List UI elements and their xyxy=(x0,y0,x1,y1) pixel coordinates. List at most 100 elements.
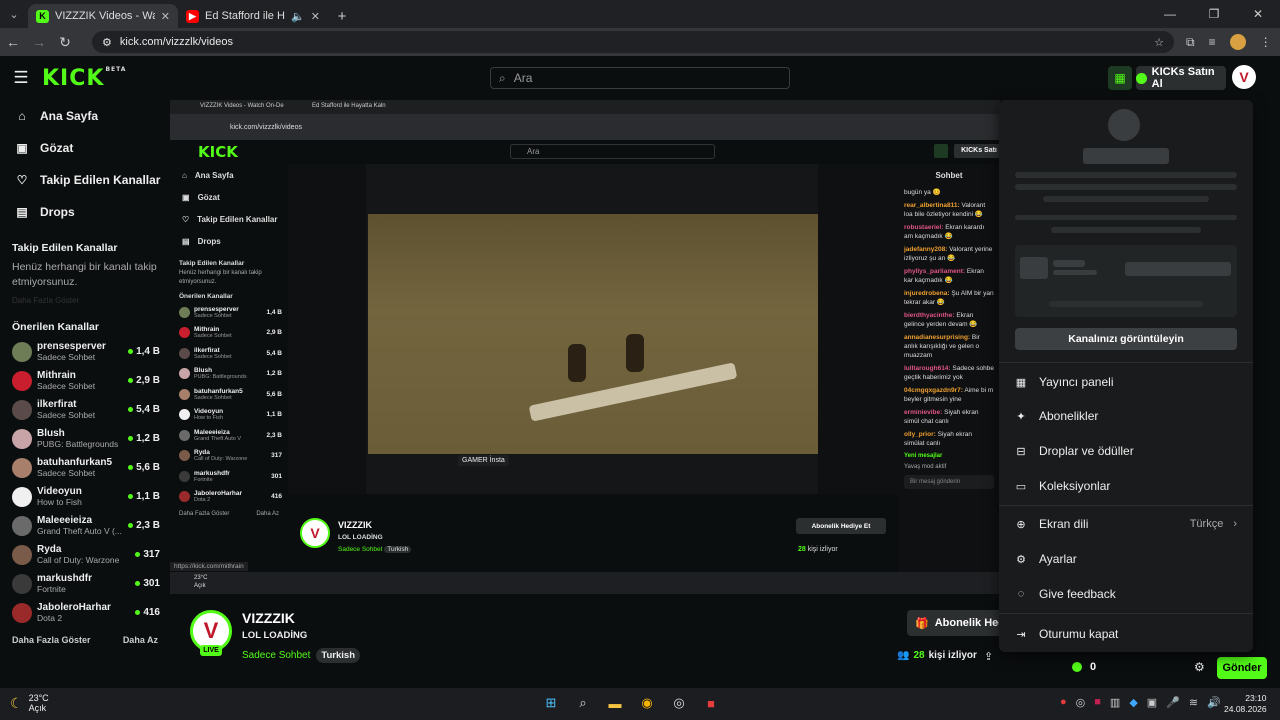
search-icon[interactable]: ⌕ xyxy=(572,692,594,714)
close-window-icon[interactable]: ✕ xyxy=(1236,0,1280,28)
tray-app-icon[interactable]: ▥ xyxy=(1110,696,1120,709)
stream-chat: Sohbet bugün ya 😊 rear_albertina811: Valo… xyxy=(898,164,1000,584)
url-text: kick.com/vizzzlk/videos xyxy=(119,36,233,48)
stream-tooltip: GAMER İnsta xyxy=(458,455,509,466)
nav-browse[interactable]: ▣ Gözat xyxy=(0,132,170,164)
microphone-icon[interactable]: 🎤 xyxy=(1166,696,1180,709)
menu-item-subscriptions[interactable]: ✦ Abonelikler xyxy=(999,401,1253,431)
buy-kicks-button[interactable]: KICKs Satın Al xyxy=(1136,66,1226,90)
nav-drops[interactable]: ▤ Drops xyxy=(0,196,170,228)
close-tab-icon[interactable]: ✕ xyxy=(161,10,170,23)
channel-category: Sadece Sohbet xyxy=(37,352,96,362)
audio-icon[interactable]: 🔈 xyxy=(291,10,305,23)
kick-logo[interactable]: KICKBETA xyxy=(42,66,126,91)
channel-category: Grand Theft Auto V (... xyxy=(37,526,122,536)
tray-network-icon[interactable]: ▣ xyxy=(1147,696,1157,709)
channel-avatar xyxy=(12,515,32,536)
channel-item[interactable]: JaboleroHarhar Dota 2 416 xyxy=(0,598,170,627)
stats-icon[interactable]: ▦ xyxy=(1108,66,1132,90)
skeleton-line xyxy=(1051,227,1201,233)
channel-category: Dota 2 xyxy=(37,613,63,623)
channel-category: Sadece Sohbet xyxy=(37,381,96,391)
extensions-icon[interactable]: ⧉ xyxy=(1186,35,1195,50)
forward-icon[interactable]: → xyxy=(26,29,52,55)
gift-subscription-button[interactable]: 🎁Abonelik Hediye Et xyxy=(907,610,1000,636)
media-controls-icon[interactable]: ≡ xyxy=(1209,35,1216,49)
close-tab-icon[interactable]: ✕ xyxy=(311,10,320,23)
user-avatar[interactable]: V xyxy=(1232,65,1256,89)
streamer-name[interactable]: VIZZZIK xyxy=(242,610,295,626)
profile-avatar[interactable] xyxy=(1229,34,1246,50)
show-less-link[interactable]: Daha Az xyxy=(123,635,158,645)
channel-item[interactable]: ilkerfirat Sadece Sohbet 5,4 B xyxy=(0,395,170,424)
tray-security-icon[interactable]: ◆ xyxy=(1129,696,1137,709)
profile-skeleton-avatar xyxy=(1108,109,1140,141)
channel-item[interactable]: Videoyun How to Fish 1,1 B xyxy=(0,482,170,511)
send-chat-button[interactable]: Gönder xyxy=(1217,657,1267,679)
app-icon[interactable]: ■ xyxy=(700,692,722,714)
new-tab-button[interactable]: + xyxy=(328,4,356,28)
nav-home[interactable]: ⌂ Ana Sayfa xyxy=(0,100,170,132)
taskbar-clock[interactable]: 23:10 24.08.2026 xyxy=(1224,693,1267,715)
browser-menu-icon[interactable]: ⋮ xyxy=(1260,35,1272,49)
share-icon[interactable]: ⇪ xyxy=(984,650,993,663)
menu-item-settings[interactable]: ⚙ Ayarlar xyxy=(999,544,1253,574)
channel-item[interactable]: prensesperver Sadece Sohbet 1,4 B xyxy=(0,337,170,366)
steam-icon[interactable]: ◎ xyxy=(668,692,690,714)
points-icon xyxy=(1072,662,1082,672)
browser-tab-youtube[interactable]: ▶ Ed Stafford ile Hayatta Kaln 🔈 ✕ xyxy=(178,4,328,28)
tray-app-icon[interactable]: ■ xyxy=(1094,696,1101,709)
wifi-icon[interactable]: ≋ xyxy=(1189,696,1198,709)
stream-stats-icon xyxy=(934,144,948,158)
stream-chat-message: jadefanny208: Valorant yerine izliyoruz … xyxy=(904,246,993,262)
browser-tab-active[interactable]: K VIZZZIK Videos - Watch On-De ✕ xyxy=(28,4,178,28)
nested-chat xyxy=(818,164,898,494)
followed-more-link[interactable]: Daha Fazla Göster xyxy=(0,296,170,305)
chat-settings-icon[interactable]: ⚙ xyxy=(1194,660,1205,674)
skeleton-card xyxy=(1015,245,1237,317)
minimize-icon[interactable]: — xyxy=(1148,0,1192,28)
channel-item[interactable]: Maleeeieiza Grand Theft Auto V (... 2,3 B xyxy=(0,511,170,540)
channel-viewers: 317 xyxy=(135,549,160,560)
language-tag[interactable]: Turkish xyxy=(316,648,360,663)
windows-start-icon[interactable]: ⊞ xyxy=(540,692,562,714)
menu-item-collections[interactable]: ▭ Koleksiyonlar xyxy=(999,471,1253,501)
bookmark-star-icon[interactable]: ☆ xyxy=(1154,36,1164,49)
volume-icon[interactable]: 🔊 xyxy=(1207,696,1221,709)
channel-item[interactable]: markushdfr Fortnite 301 xyxy=(0,569,170,598)
restore-icon[interactable]: ❐ xyxy=(1192,0,1236,28)
search-input[interactable]: ⌕ Ara xyxy=(490,67,790,89)
channel-item[interactable]: Mithrain Sadece Sohbet 2,9 B xyxy=(0,366,170,395)
nav-following[interactable]: ♡ Takip Edilen Kanallar xyxy=(0,164,170,196)
menu-item-drops[interactable]: ⊟ Droplar ve ödüller xyxy=(999,436,1253,466)
menu-item-creator-dashboard[interactable]: ▦ Yayıncı paneli xyxy=(999,367,1253,397)
channel-item[interactable]: batuhanfurkan5 Sadece Sohbet 5,6 B xyxy=(0,453,170,482)
reload-icon[interactable]: ↻ xyxy=(52,29,78,55)
view-channel-button[interactable]: Kanalınızı görüntüleyin xyxy=(1015,328,1237,350)
stream-chat-message: phyllys_parliament: Ekran kar kaçmadık 😂 xyxy=(904,268,984,284)
site-info-icon[interactable]: ⚙ xyxy=(102,36,112,49)
menu-item-language[interactable]: ⊕ Ekran dili Türkçe › xyxy=(999,509,1253,539)
channel-item[interactable]: Ryda Call of Duty: Warzone 317 xyxy=(0,540,170,569)
stream-chat-message: rear_albertina811: Valorant loa bile özl… xyxy=(904,202,986,218)
tray-app-icon[interactable]: ● xyxy=(1060,696,1067,709)
stream-category-link[interactable]: Sadece Sohbet xyxy=(242,650,310,661)
tab-search-icon[interactable]: ⌄ xyxy=(0,0,28,28)
weather-widget[interactable]: ☾ 23°C Açık xyxy=(10,693,49,713)
browser-tab-bar: ⌄ K VIZZZIK Videos - Watch On-De ✕ ▶ Ed … xyxy=(0,0,1280,28)
menu-item-feedback[interactable]: ◌ Give feedback xyxy=(999,579,1253,609)
menu-item-logout[interactable]: ⇥ Oturumu kapat xyxy=(999,619,1253,649)
kick-points[interactable]: 0 xyxy=(1072,661,1096,673)
url-bar[interactable]: ⚙ kick.com/vizzzlk/videos ☆ xyxy=(92,31,1174,53)
stream-info-bar: V LIVE VIZZZIK LOL LOADİNG Sadece Sohbet… xyxy=(170,594,1000,688)
menu-icon[interactable]: ☰ xyxy=(0,68,42,88)
stream-channel-item: batuhanfurkan5 Sadece Sohbet 5,6 B xyxy=(170,384,288,405)
back-icon[interactable]: ← xyxy=(0,29,26,55)
channel-item[interactable]: Blush PUBG: Battlegrounds 1,2 B xyxy=(0,424,170,453)
file-explorer-icon[interactable]: ▬ xyxy=(604,692,626,714)
tray-steam-icon[interactable]: ◎ xyxy=(1076,696,1086,709)
show-more-link[interactable]: Daha Fazla Göster xyxy=(12,635,91,645)
stream-chat-message: bugün ya 😊 xyxy=(904,189,941,196)
chrome-icon[interactable]: ◉ xyxy=(636,692,658,714)
stream-chat-message: 04cmgqxgazdn9r7: Aime bi m beyler gitmes… xyxy=(904,387,994,403)
